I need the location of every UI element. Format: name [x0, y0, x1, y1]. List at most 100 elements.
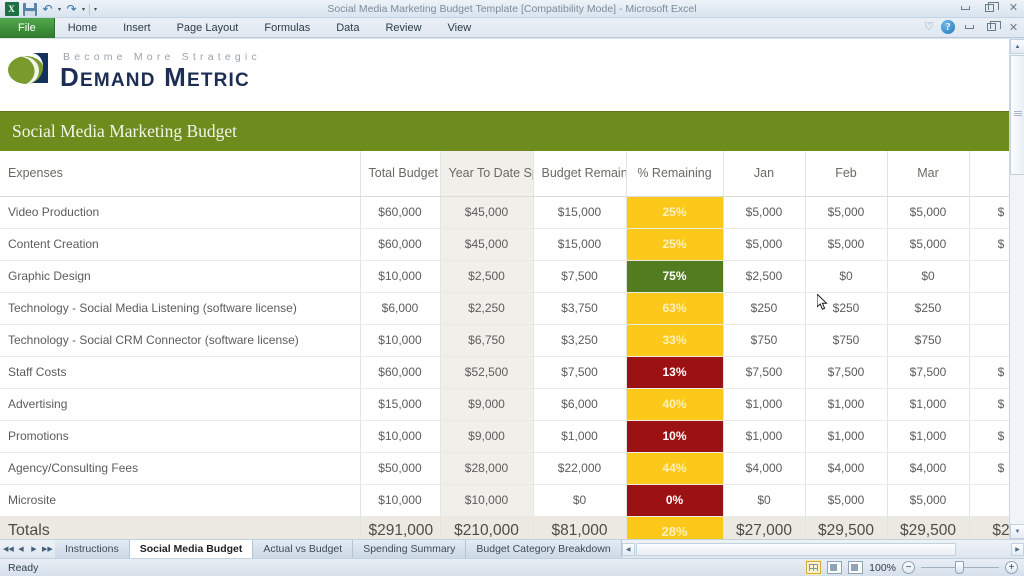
cell-jan[interactable]: $5,000	[723, 196, 806, 229]
cell-jan[interactable]: $4,000	[723, 452, 806, 485]
table-row[interactable]: Content Creation $60,000 $45,000 $15,000 25%…	[0, 228, 1024, 261]
table-row[interactable]: Microsite $10,000 $10,000 $0 0% $0 $5,000 $5,00…	[0, 484, 1024, 517]
cell-pct-remaining[interactable]: 40%	[626, 388, 724, 421]
cell-pct-remaining[interactable]: 75%	[626, 260, 724, 293]
cell-feb[interactable]: $5,000	[805, 484, 888, 517]
cell-expense[interactable]: Content Creation	[0, 228, 361, 261]
cell-total-budget[interactable]: $10,000	[360, 484, 441, 517]
tab-review[interactable]: Review	[372, 18, 434, 38]
cell-totals-ytd-spend[interactable]: $210,000	[440, 515, 534, 539]
cell-feb[interactable]: $1,000	[805, 388, 888, 421]
cell-budget-remaining[interactable]: $7,500	[533, 260, 627, 293]
cell-budget-remaining[interactable]: $6,000	[533, 388, 627, 421]
cell-ytd-spend[interactable]: $9,000	[440, 420, 534, 453]
cell-mar[interactable]: $5,000	[887, 196, 970, 229]
totals-row[interactable]: Totals $291,000 $210,000 $81,000 28% $27,000 $…	[0, 515, 1024, 539]
cell-jan[interactable]: $2,500	[723, 260, 806, 293]
cell-total-budget[interactable]: $60,000	[360, 196, 441, 229]
cell-totals-feb[interactable]: $29,500	[805, 515, 888, 539]
minimize-button[interactable]	[958, 1, 973, 14]
col-header-expenses[interactable]: Expenses	[0, 151, 361, 197]
cell-mar[interactable]: $5,000	[887, 484, 970, 517]
zoom-level-label[interactable]: 100%	[869, 562, 896, 574]
sheet-tab-actual-vs-budget[interactable]: Actual vs Budget	[253, 540, 354, 558]
cell-ytd-spend[interactable]: $28,000	[440, 452, 534, 485]
vertical-scrollbar[interactable]: ▲ ▼	[1009, 39, 1024, 539]
cell-ytd-spend[interactable]: $6,750	[440, 324, 534, 357]
cell-pct-remaining[interactable]: 63%	[626, 292, 724, 325]
workbook-restore-button[interactable]	[984, 21, 1001, 34]
cell-total-budget[interactable]: $15,000	[360, 388, 441, 421]
cell-total-budget[interactable]: $50,000	[360, 452, 441, 485]
cell-feb[interactable]: $250	[805, 292, 888, 325]
cell-feb[interactable]: $1,000	[805, 420, 888, 453]
close-button[interactable]: ✕	[1006, 1, 1021, 14]
tab-file[interactable]: File	[0, 18, 55, 38]
table-row[interactable]: Advertising $15,000 $9,000 $6,000 40% $1,000 $…	[0, 388, 1024, 421]
cell-total-budget[interactable]: $60,000	[360, 356, 441, 389]
cell-jan[interactable]: $7,500	[723, 356, 806, 389]
cell-feb[interactable]: $5,000	[805, 228, 888, 261]
tab-formulas[interactable]: Formulas	[251, 18, 323, 38]
favorite-icon[interactable]: ♡	[924, 21, 934, 33]
help-icon[interactable]: ?	[941, 20, 955, 34]
cell-mar[interactable]: $750	[887, 324, 970, 357]
horizontal-scroll-thumb[interactable]	[635, 543, 956, 556]
cell-pct-remaining[interactable]: 10%	[626, 420, 724, 453]
page-break-view-button[interactable]	[848, 561, 864, 574]
zoom-slider-handle[interactable]	[955, 561, 964, 574]
cell-pct-remaining[interactable]: 25%	[626, 196, 724, 229]
col-header-feb[interactable]: Feb	[805, 151, 888, 197]
col-header-total-budget[interactable]: Total Budget	[360, 151, 441, 197]
cell-ytd-spend[interactable]: $9,000	[440, 388, 534, 421]
tab-data[interactable]: Data	[323, 18, 372, 38]
table-row[interactable]: Staff Costs $60,000 $52,500 $7,500 13% $7,500…	[0, 356, 1024, 389]
sheet-tab-social-media-budget[interactable]: Social Media Budget	[129, 540, 254, 558]
cell-mar[interactable]: $7,500	[887, 356, 970, 389]
col-header-mar[interactable]: Mar	[887, 151, 970, 197]
cell-feb[interactable]: $0	[805, 260, 888, 293]
cell-pct-remaining[interactable]: 0%	[626, 484, 724, 517]
page-layout-view-button[interactable]	[827, 561, 843, 574]
cell-jan[interactable]: $1,000	[723, 388, 806, 421]
scroll-up-button[interactable]: ▲	[1010, 39, 1024, 54]
cell-pct-remaining[interactable]: 25%	[626, 228, 724, 261]
tab-insert[interactable]: Insert	[110, 18, 164, 38]
cell-jan[interactable]: $0	[723, 484, 806, 517]
col-header-ytd-spend[interactable]: Year To Date Spend	[440, 151, 534, 197]
cell-total-budget[interactable]: $10,000	[360, 420, 441, 453]
cell-ytd-spend[interactable]: $52,500	[440, 356, 534, 389]
table-row[interactable]: Promotions $10,000 $9,000 $1,000 10% $1,000 $1…	[0, 420, 1024, 453]
tab-view[interactable]: View	[435, 18, 485, 38]
col-header-jan[interactable]: Jan	[723, 151, 806, 197]
zoom-slider[interactable]	[921, 561, 999, 574]
cell-expense[interactable]: Agency/Consulting Fees	[0, 452, 361, 485]
horizontal-scrollbar[interactable]: ◀ ▶	[621, 540, 1024, 558]
cell-mar[interactable]: $1,000	[887, 420, 970, 453]
prev-sheet-button[interactable]: ◀	[16, 545, 26, 553]
cell-mar[interactable]: $4,000	[887, 452, 970, 485]
workbook-close-button[interactable]: ✕	[1006, 21, 1021, 34]
table-row[interactable]: Agency/Consulting Fees $50,000 $28,000 $22,…	[0, 452, 1024, 485]
cell-jan[interactable]: $750	[723, 324, 806, 357]
cell-budget-remaining[interactable]: $1,000	[533, 420, 627, 453]
cell-expense[interactable]: Staff Costs	[0, 356, 361, 389]
cell-total-budget[interactable]: $10,000	[360, 324, 441, 357]
cell-expense[interactable]: Technology - Social CRM Connector (softw…	[0, 324, 361, 357]
worksheet-area[interactable]: Become More Strategic DEMAND METRIC Soci…	[0, 39, 1024, 539]
cell-total-budget[interactable]: $10,000	[360, 260, 441, 293]
col-header-budget-remaining[interactable]: Budget Remaining	[533, 151, 627, 197]
ribbon-minimize-button[interactable]	[962, 21, 977, 34]
cell-ytd-spend[interactable]: $2,250	[440, 292, 534, 325]
cell-totals-label[interactable]: Totals	[0, 515, 361, 539]
hscroll-left-button[interactable]: ◀	[621, 543, 635, 556]
cell-expense[interactable]: Promotions	[0, 420, 361, 453]
cell-totals-pct-remaining[interactable]: 28%	[626, 515, 724, 539]
cell-totals-total-budget[interactable]: $291,000	[360, 515, 441, 539]
cell-ytd-spend[interactable]: $10,000	[440, 484, 534, 517]
cell-expense[interactable]: Advertising	[0, 388, 361, 421]
restore-button[interactable]	[982, 1, 999, 14]
tab-home[interactable]: Home	[55, 18, 110, 38]
cell-total-budget[interactable]: $60,000	[360, 228, 441, 261]
cell-jan[interactable]: $250	[723, 292, 806, 325]
